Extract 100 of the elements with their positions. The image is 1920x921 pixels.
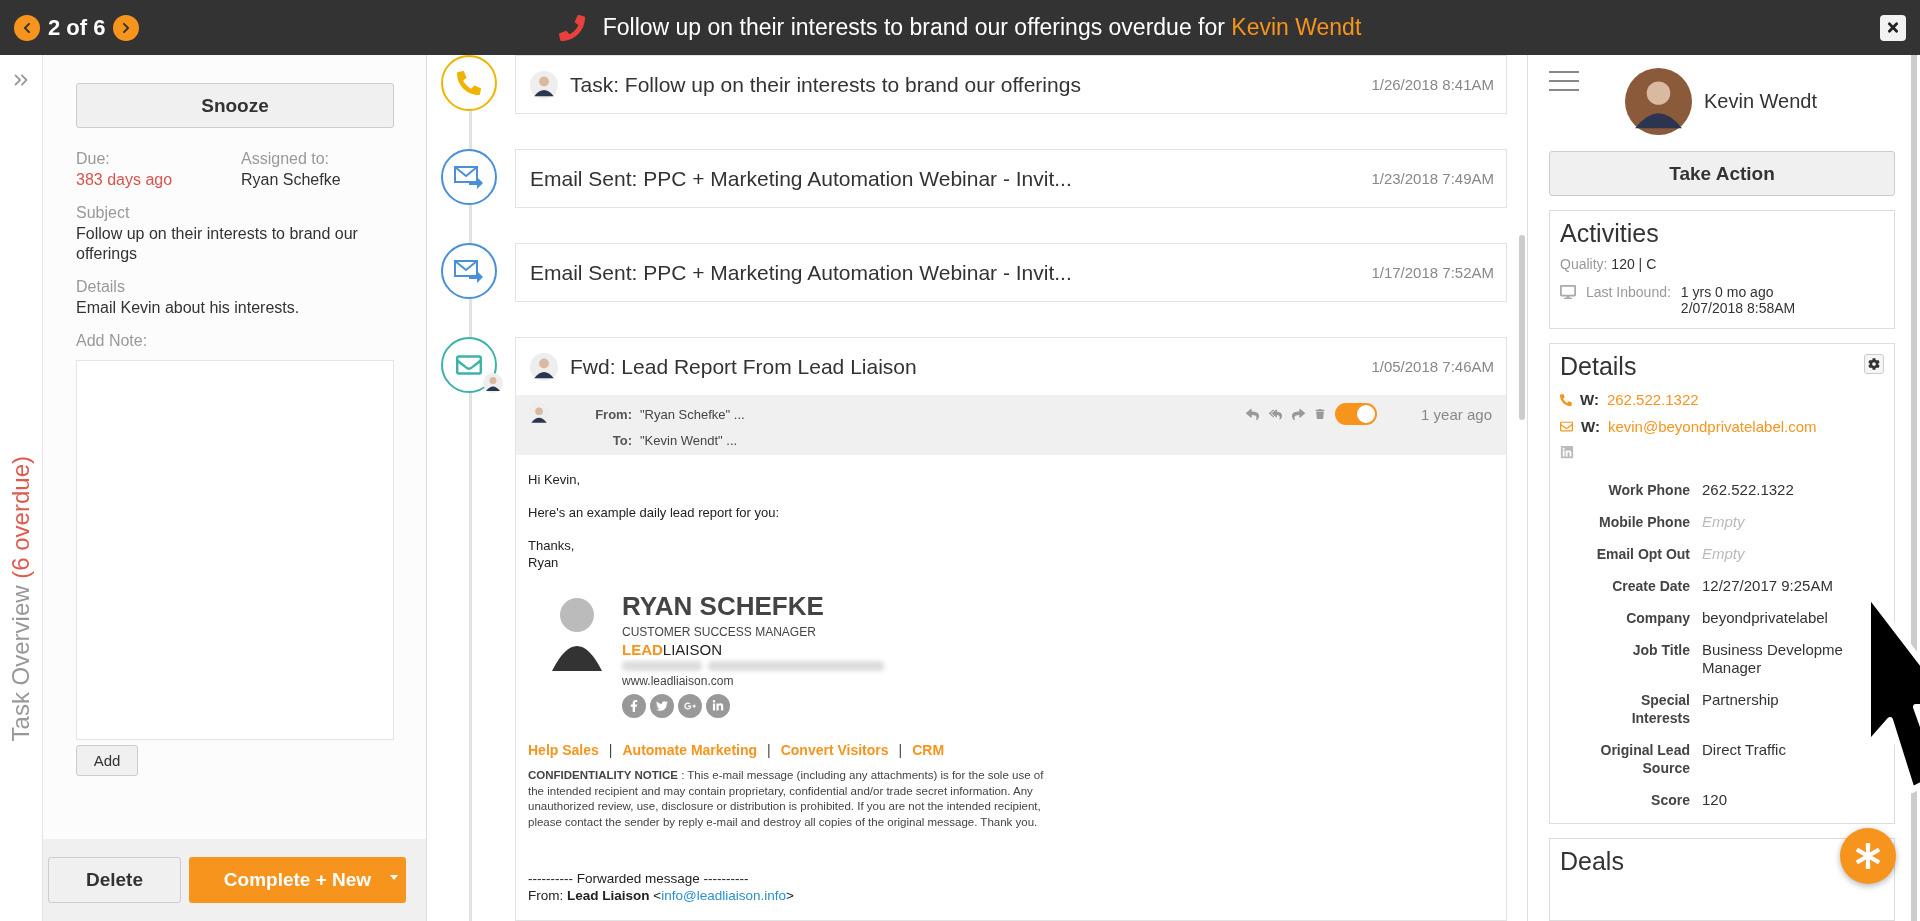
envelope-arrow-icon [454,259,484,283]
forwarded-header: ---------- Forwarded message ---------- [528,870,750,887]
close-button[interactable] [1880,14,1906,41]
forwarded-from: From: Lead Liaison <info@leadliaison.info> [528,887,795,904]
caret-icon[interactable] [390,875,398,880]
previous-button[interactable] [14,14,40,41]
email-label: W: [1581,418,1600,435]
field-value: Empty [1702,545,1746,563]
contact-name: Kevin Wendt [1704,89,1818,113]
field-label: Company [1625,609,1690,627]
reply-all-icon[interactable] [1269,407,1283,421]
due-value: 383 days ago [76,170,174,190]
signature-name: RYAN SCHEFKE [622,591,825,622]
activity-card[interactable] [515,337,1507,921]
subject-text: Follow up on their interests to brand our offerings [76,224,359,264]
field-label: Score [1650,791,1690,809]
field-label: Special Interests [1630,691,1690,727]
scrollbar[interactable] [1519,235,1525,420]
details-label: Details [76,277,126,297]
phone-icon [1560,393,1572,406]
email-age: 1 year ago [1421,405,1492,423]
footer-link[interactable]: Help Sales [528,742,599,758]
link-separator: | [767,742,771,758]
menu-icon[interactable] [1549,71,1579,91]
delete-button[interactable]: Delete [48,857,181,903]
field-label: Work Phone [1607,481,1690,499]
confidentiality-notice: CONFIDENTIALITY NOTICE : This e-mail message (including any attachments) is for the sole use of the intended recipient and may contain proprietary, confidential and/or trade secret information. Any unauthorized review, use, disclosure or distribution is prohibited. If you are not the intended recipient, please contact the sender by reply e-mail and destroy all copies of the original message. Thank you. [528,768,1045,830]
note-field[interactable] [76,360,394,740]
field-value: Business Developme Manager [1702,641,1844,677]
envelope-icon [1560,420,1573,433]
footer-link[interactable]: Automate Marketing [622,742,758,758]
field-value: Partnership [1702,691,1780,710]
field-value: 262.522.1322 [1702,481,1795,499]
due-label: Due: [76,149,111,169]
task-title: Follow up on their interests to brand our offerings overdue for Kevin Wendt [602,14,1362,41]
activity-date: 1/23/2018 7:49AM [1371,170,1494,187]
subject-label: Subject [76,203,131,223]
twitter-icon[interactable] [650,694,674,718]
trash-icon[interactable] [1315,409,1326,419]
facebook-icon[interactable] [622,694,646,718]
field-label: Original Lead Source [1599,741,1690,777]
to-value: "Kevin Wendt" ... [639,432,739,448]
email-link[interactable]: kevin@beyondprivatelabel.com [1607,418,1817,435]
task-counter: 2 of 6 [48,14,106,41]
field-label: Mobile Phone [1598,513,1690,531]
activity-title: Fwd: Lead Report From Lead Liaison [570,354,917,379]
assigned-value: Ryan Schefke [241,170,342,190]
activity-card[interactable]: Email Sent: PPC + Marketing Automation Webinar - Invit... 1/23/2018 7:49AM [515,149,1507,208]
field-value: beyondprivatelabel [1702,609,1829,627]
activity-card[interactable]: Task: Follow up on their interests to brand our offerings 1/26/2018 8:41AM [515,55,1507,114]
from-label: From: [594,406,632,422]
take-action-button[interactable]: Take Action [1549,151,1895,196]
footer-link[interactable]: Convert Visitors [780,742,889,758]
google-plus-icon[interactable] [678,694,702,718]
envelope-icon [456,352,482,378]
email-greeting: Hi Kevin, [528,471,582,488]
details-title: Details [1560,352,1637,381]
snooze-button[interactable]: Snooze [76,83,394,128]
chevron-left-icon[interactable] [21,21,33,34]
next-button[interactable] [113,14,140,41]
link-separator: | [898,742,903,758]
linkedin-icon[interactable] [706,694,730,718]
close-icon[interactable] [1886,20,1900,35]
activity-title: Task: Follow up on their interests to brand our offerings [570,72,1081,97]
phone-label: W: [1580,391,1599,408]
asterisk-icon[interactable] [1855,843,1881,869]
activity-card[interactable]: Email Sent: PPC + Marketing Automation Webinar - Invit... 1/17/2018 7:52AM [515,243,1507,302]
quality-row-text: Quality: 120 | C [1560,256,1658,272]
details-text: Email Kevin about his interests. [76,298,301,318]
phone-link[interactable]: 262.522.1322 [1606,391,1699,408]
forward-icon[interactable] [1292,407,1306,421]
last-inbound-ago: 1 yrs 0 mo ago [1680,284,1775,300]
field-label: Email Opt Out [1595,545,1690,563]
footer-link[interactable]: CRM [912,742,945,758]
toggle-switch[interactable] [1335,403,1378,425]
avatar [530,352,558,381]
email-link[interactable]: info@leadliaison.info [661,888,786,903]
add-button[interactable]: Add [76,745,138,776]
field-value: 12/27/2017 9:25AM [1702,577,1834,595]
activity-title: Email Sent: PPC + Marketing Automation Webinar - Invit... [530,260,1072,285]
reply-icon[interactable] [1246,407,1260,421]
monitor-icon [1560,284,1576,300]
task-overview-tab[interactable]: Task Overview (6 overdue) [7,455,35,741]
field-label: Create Date [1611,577,1690,595]
asterisk-button[interactable] [1840,828,1896,884]
field-value: Direct Traffic [1702,741,1787,760]
phone-icon [558,14,585,41]
email-closing: Thanks, [528,537,576,554]
from-value: "Ryan Schefke" ... [639,406,746,422]
field-value: Empty [1702,513,1746,531]
field-value: 120 [1702,791,1729,809]
linkedin-icon[interactable] [1560,445,1574,459]
activity-title: Email Sent: PPC + Marketing Automation Webinar - Invit... [530,166,1072,191]
phone-icon [457,71,481,95]
avatar [530,70,558,99]
last-inbound-label: Last Inbound: [1586,284,1671,302]
assigned-label: Assigned to: [241,149,331,169]
email-sender: Ryan [528,554,560,571]
complete-new-button[interactable]: Complete + New [189,857,406,903]
avatar [483,373,503,393]
